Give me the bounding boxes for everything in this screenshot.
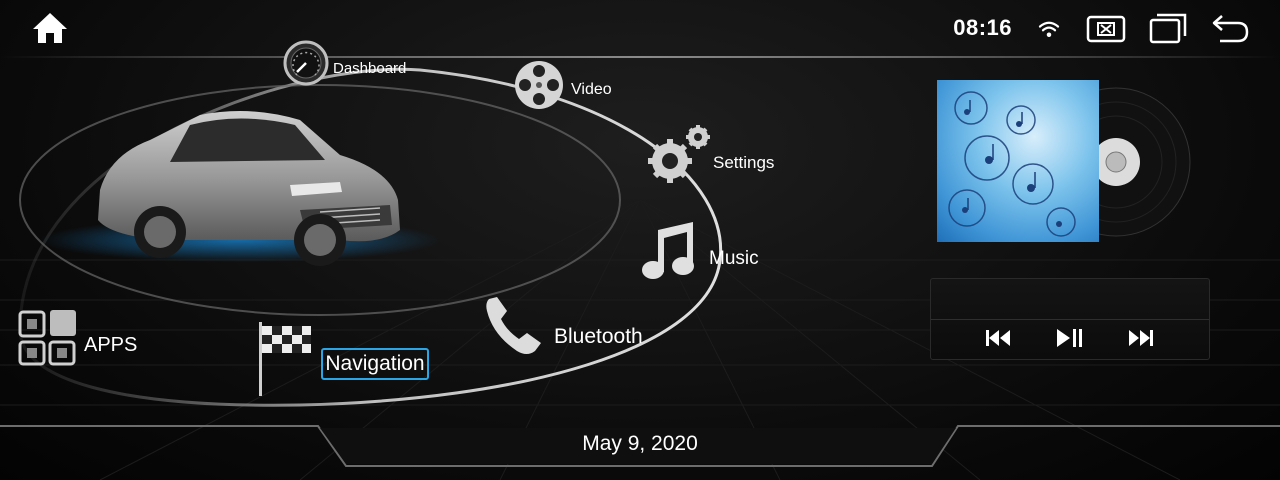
menu-item-dashboard[interactable]: Dashboard: [283, 40, 413, 90]
car-image: [98, 111, 400, 266]
player-divider: [931, 319, 1209, 320]
play-pause-icon[interactable]: [1054, 325, 1084, 351]
music-label: Music: [709, 248, 759, 269]
menu-item-apps[interactable]: APPS: [18, 308, 148, 372]
menu-item-video[interactable]: Video: [513, 59, 623, 113]
music-notes-artwork: [948, 91, 1076, 237]
album-art[interactable]: [937, 80, 1099, 242]
video-label: Video: [571, 81, 612, 98]
phone-icon: [486, 297, 541, 354]
menu-item-bluetooth[interactable]: Bluetooth: [483, 295, 653, 365]
apps-label: APPS: [84, 334, 138, 356]
film-reel-icon: [515, 61, 563, 109]
window-switch-icon[interactable]: [1148, 12, 1188, 44]
media-player-panel: [930, 278, 1210, 360]
checkered-flag-icon: [259, 322, 311, 396]
menu-item-music[interactable]: Music: [641, 218, 771, 284]
header-divider: [0, 56, 1280, 58]
menu-item-settings[interactable]: Settings: [646, 125, 786, 189]
close-app-icon[interactable]: [1086, 12, 1126, 44]
clock: 08:16: [953, 15, 1012, 40]
speedometer-icon: [283, 40, 329, 86]
home-icon[interactable]: [30, 10, 70, 46]
next-track-icon[interactable]: [1126, 325, 1156, 351]
gear-icon: [648, 125, 710, 183]
navigation-button[interactable]: Navigation: [321, 348, 429, 380]
bluetooth-label: Bluetooth: [554, 325, 643, 348]
dashboard-label: Dashboard: [333, 60, 407, 77]
car-home-screen: 08:16 Dashboard Video Settings Music Blu…: [0, 0, 1280, 480]
back-icon[interactable]: [1210, 12, 1250, 44]
previous-track-icon[interactable]: [983, 325, 1013, 351]
menu-item-navigation-flag[interactable]: [255, 320, 315, 398]
settings-label: Settings: [713, 153, 775, 172]
status-bar: 08:16: [953, 10, 1250, 46]
wifi-icon: [1038, 21, 1060, 37]
date-display: May 9, 2020: [582, 432, 698, 455]
music-note-icon: [642, 222, 694, 279]
apps-grid-icon: [18, 310, 76, 366]
